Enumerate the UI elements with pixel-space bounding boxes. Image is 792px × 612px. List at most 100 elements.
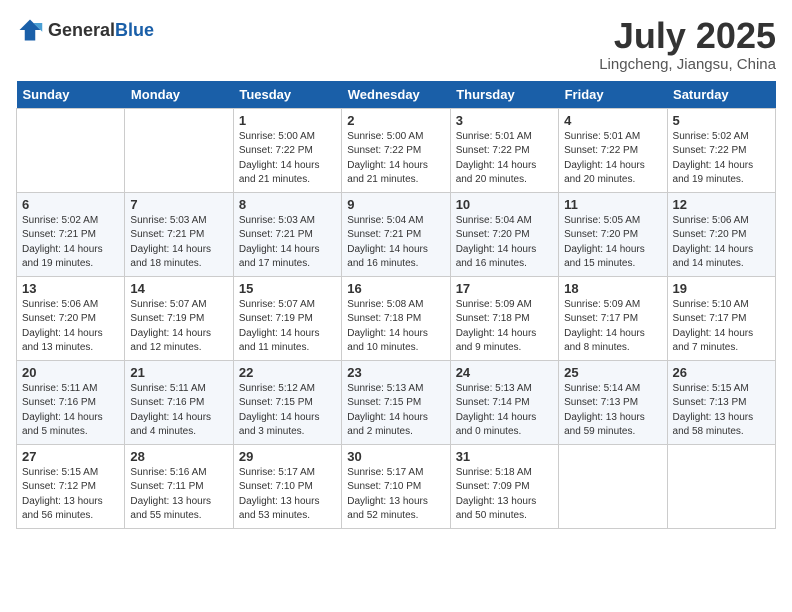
- week-row-5: 27 Sunrise: 5:15 AM Sunset: 7:12 PM Dayli…: [17, 444, 776, 528]
- day-number: 17: [456, 281, 553, 296]
- day-info: Sunrise: 5:12 AM Sunset: 7:15 PM Dayligh…: [239, 382, 336, 440]
- day-info: Sunrise: 5:03 AM Sunset: 7:21 PM Dayligh…: [239, 214, 336, 272]
- day-number: 5: [673, 113, 770, 128]
- day-info: Sunrise: 5:09 AM Sunset: 7:18 PM Dayligh…: [456, 298, 553, 356]
- header-day-sunday: Sunday: [17, 81, 125, 109]
- calendar-cell: 13 Sunrise: 5:06 AM Sunset: 7:20 PM Dayli…: [17, 276, 125, 360]
- calendar-cell: 8 Sunrise: 5:03 AM Sunset: 7:21 PM Daylig…: [233, 192, 341, 276]
- calendar-cell: 6Sunrise: 5:02 AM Sunset: 7:21 PM Daylig…: [17, 192, 125, 276]
- header-day-thursday: Thursday: [450, 81, 558, 109]
- title-block: July 2025 Lingcheng, Jiangsu, China: [599, 16, 776, 73]
- logo: GeneralBlue: [16, 16, 154, 44]
- day-number: 13: [22, 281, 119, 296]
- calendar-cell: 31Sunrise: 5:18 AM Sunset: 7:09 PM Dayli…: [450, 444, 558, 528]
- calendar-cell: 10Sunrise: 5:04 AM Sunset: 7:20 PM Dayli…: [450, 192, 558, 276]
- month-title: July 2025: [599, 16, 776, 56]
- day-number: 23: [347, 365, 444, 380]
- day-info: Sunrise: 5:17 AM Sunset: 7:10 PM Dayligh…: [347, 466, 444, 524]
- day-info: Sunrise: 5:06 AM Sunset: 7:20 PM Dayligh…: [673, 214, 770, 272]
- day-number: 18: [564, 281, 661, 296]
- day-number: 21: [130, 365, 227, 380]
- logo-icon: [16, 16, 44, 44]
- logo-text-blue: Blue: [115, 20, 154, 40]
- day-info: Sunrise: 5:02 AM Sunset: 7:22 PM Dayligh…: [673, 130, 770, 188]
- day-number: 8: [239, 197, 336, 212]
- week-row-4: 20 Sunrise: 5:11 AM Sunset: 7:16 PM Dayli…: [17, 360, 776, 444]
- day-info: Sunrise: 5:07 AM Sunset: 7:19 PM Dayligh…: [239, 298, 336, 356]
- day-number: 25: [564, 365, 661, 380]
- calendar-cell: 5 Sunrise: 5:02 AM Sunset: 7:22 PM Daylig…: [667, 108, 775, 192]
- day-number: 10: [456, 197, 553, 212]
- header-day-saturday: Saturday: [667, 81, 775, 109]
- page-header: GeneralBlue July 2025 Lingcheng, Jiangsu…: [16, 16, 776, 73]
- header-day-friday: Friday: [559, 81, 667, 109]
- calendar-cell: 16Sunrise: 5:08 AM Sunset: 7:18 PM Dayli…: [342, 276, 450, 360]
- calendar-cell: [667, 444, 775, 528]
- day-info: Sunrise: 5:06 AM Sunset: 7:20 PM Dayligh…: [22, 298, 119, 356]
- calendar-cell: 29Sunrise: 5:17 AM Sunset: 7:10 PM Dayli…: [233, 444, 341, 528]
- day-info: Sunrise: 5:00 AM Sunset: 7:22 PM Dayligh…: [239, 130, 336, 188]
- week-row-3: 13 Sunrise: 5:06 AM Sunset: 7:20 PM Dayli…: [17, 276, 776, 360]
- day-number: 15: [239, 281, 336, 296]
- day-number: 11: [564, 197, 661, 212]
- day-info: Sunrise: 5:13 AM Sunset: 7:14 PM Dayligh…: [456, 382, 553, 440]
- day-number: 31: [456, 449, 553, 464]
- week-row-1: 1 Sunrise: 5:00 AM Sunset: 7:22 PM Daylig…: [17, 108, 776, 192]
- day-number: 22: [239, 365, 336, 380]
- day-number: 3: [456, 113, 553, 128]
- location: Lingcheng, Jiangsu, China: [599, 56, 776, 73]
- logo-text-general: General: [48, 20, 115, 40]
- day-info: Sunrise: 5:11 AM Sunset: 7:16 PM Dayligh…: [130, 382, 227, 440]
- calendar-cell: 23 Sunrise: 5:13 AM Sunset: 7:15 PM Dayli…: [342, 360, 450, 444]
- calendar-cell: 11Sunrise: 5:05 AM Sunset: 7:20 PM Dayli…: [559, 192, 667, 276]
- day-number: 29: [239, 449, 336, 464]
- calendar-cell: 27 Sunrise: 5:15 AM Sunset: 7:12 PM Dayli…: [17, 444, 125, 528]
- day-number: 27: [22, 449, 119, 464]
- day-info: Sunrise: 5:11 AM Sunset: 7:16 PM Dayligh…: [22, 382, 119, 440]
- calendar-cell: 2Sunrise: 5:00 AM Sunset: 7:22 PM Daylig…: [342, 108, 450, 192]
- calendar-cell: 14Sunrise: 5:07 AM Sunset: 7:19 PM Dayli…: [125, 276, 233, 360]
- day-info: Sunrise: 5:10 AM Sunset: 7:17 PM Dayligh…: [673, 298, 770, 356]
- day-info: Sunrise: 5:03 AM Sunset: 7:21 PM Dayligh…: [130, 214, 227, 272]
- calendar-cell: 25 Sunrise: 5:14 AM Sunset: 7:13 PM Dayli…: [559, 360, 667, 444]
- day-number: 20: [22, 365, 119, 380]
- header-day-tuesday: Tuesday: [233, 81, 341, 109]
- day-number: 4: [564, 113, 661, 128]
- day-number: 28: [130, 449, 227, 464]
- calendar-cell: 30Sunrise: 5:17 AM Sunset: 7:10 PM Dayli…: [342, 444, 450, 528]
- day-info: Sunrise: 5:04 AM Sunset: 7:21 PM Dayligh…: [347, 214, 444, 272]
- calendar-cell: 28 Sunrise: 5:16 AM Sunset: 7:11 PM Dayli…: [125, 444, 233, 528]
- calendar-cell: 17 Sunrise: 5:09 AM Sunset: 7:18 PM Dayli…: [450, 276, 558, 360]
- calendar-cell: 24 Sunrise: 5:13 AM Sunset: 7:14 PM Dayli…: [450, 360, 558, 444]
- header-day-wednesday: Wednesday: [342, 81, 450, 109]
- header-day-monday: Monday: [125, 81, 233, 109]
- calendar-cell: 21 Sunrise: 5:11 AM Sunset: 7:16 PM Dayli…: [125, 360, 233, 444]
- header-row: SundayMondayTuesdayWednesdayThursdayFrid…: [17, 81, 776, 109]
- calendar-cell: 22 Sunrise: 5:12 AM Sunset: 7:15 PM Dayli…: [233, 360, 341, 444]
- calendar-cell: [17, 108, 125, 192]
- calendar-cell: [125, 108, 233, 192]
- day-info: Sunrise: 5:08 AM Sunset: 7:18 PM Dayligh…: [347, 298, 444, 356]
- day-number: 24: [456, 365, 553, 380]
- day-info: Sunrise: 5:15 AM Sunset: 7:12 PM Dayligh…: [22, 466, 119, 524]
- day-number: 26: [673, 365, 770, 380]
- day-info: Sunrise: 5:02 AM Sunset: 7:21 PM Dayligh…: [22, 214, 119, 272]
- calendar-cell: 4 Sunrise: 5:01 AM Sunset: 7:22 PM Daylig…: [559, 108, 667, 192]
- calendar-table: SundayMondayTuesdayWednesdayThursdayFrid…: [16, 81, 776, 529]
- calendar-cell: 1 Sunrise: 5:00 AM Sunset: 7:22 PM Daylig…: [233, 108, 341, 192]
- day-number: 1: [239, 113, 336, 128]
- week-row-2: 6Sunrise: 5:02 AM Sunset: 7:21 PM Daylig…: [17, 192, 776, 276]
- calendar-cell: [559, 444, 667, 528]
- day-info: Sunrise: 5:16 AM Sunset: 7:11 PM Dayligh…: [130, 466, 227, 524]
- day-number: 14: [130, 281, 227, 296]
- day-info: Sunrise: 5:01 AM Sunset: 7:22 PM Dayligh…: [564, 130, 661, 188]
- day-info: Sunrise: 5:14 AM Sunset: 7:13 PM Dayligh…: [564, 382, 661, 440]
- day-info: Sunrise: 5:13 AM Sunset: 7:15 PM Dayligh…: [347, 382, 444, 440]
- calendar-cell: 3Sunrise: 5:01 AM Sunset: 7:22 PM Daylig…: [450, 108, 558, 192]
- calendar-cell: 15 Sunrise: 5:07 AM Sunset: 7:19 PM Dayli…: [233, 276, 341, 360]
- calendar-body: 1 Sunrise: 5:00 AM Sunset: 7:22 PM Daylig…: [17, 108, 776, 528]
- day-number: 19: [673, 281, 770, 296]
- day-number: 12: [673, 197, 770, 212]
- day-info: Sunrise: 5:00 AM Sunset: 7:22 PM Dayligh…: [347, 130, 444, 188]
- day-info: Sunrise: 5:09 AM Sunset: 7:17 PM Dayligh…: [564, 298, 661, 356]
